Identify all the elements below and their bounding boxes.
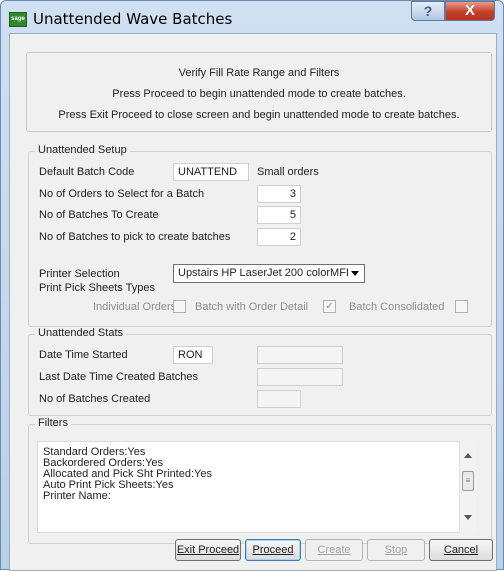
chevron-down-icon (351, 271, 359, 276)
window-title: Unattended Wave Batches (33, 10, 233, 28)
proceed-button[interactable]: Proceed (245, 539, 301, 561)
filter-line: Printer Name: (43, 490, 111, 502)
batches-created-field[interactable] (257, 390, 301, 408)
default-batch-code-description: Small orders (257, 166, 319, 178)
instruction-line-3: Press Exit Proceed to close screen and b… (58, 109, 460, 121)
print-pick-sheets-types-label: Print Pick Sheets Types (39, 282, 155, 294)
filters-list[interactable]: Standard Orders:Yes Backordered Orders:Y… (37, 441, 471, 533)
scroll-thumb[interactable]: ≡ (462, 471, 474, 491)
title-bar[interactable]: sage Unattended Wave Batches ? X (1, 1, 503, 33)
batch-with-order-detail-label: Batch with Order Detail (195, 301, 309, 313)
last-created-label: Last Date Time Created Batches (39, 371, 198, 383)
individual-orders-label: Individual Orders (93, 301, 177, 313)
batch-consolidated-checkbox[interactable] (455, 300, 468, 313)
cancel-button[interactable]: Cancel (429, 539, 493, 561)
dialog-window: sage Unattended Wave Batches ? X Verify … (0, 0, 504, 571)
batches-to-create-label: No of Batches To Create (39, 209, 159, 221)
unattended-stats-title: Unattended Stats (35, 327, 127, 339)
last-created-field[interactable] (257, 368, 343, 386)
instruction-line-1: Verify Fill Rate Range and Filters (178, 67, 340, 79)
batches-to-pick-label: No of Batches to pick to create batches (39, 231, 231, 243)
batch-consolidated-label: Batch Consolidated (349, 301, 445, 313)
batch-with-order-detail-checkbox[interactable]: ✓ (323, 300, 336, 313)
batches-to-pick-field[interactable]: 2 (257, 228, 301, 246)
help-icon: ? (423, 3, 433, 19)
filters-scrollbar[interactable]: ≡ (459, 441, 476, 533)
date-time-started-user-field[interactable]: RON (173, 346, 213, 364)
unattended-setup-group: Unattended Setup Default Batch Code UNAT… (28, 144, 492, 327)
stop-button[interactable]: Stop (367, 539, 425, 561)
create-button[interactable]: Create (305, 539, 363, 561)
dialog-body: Verify Fill Rate Range and Filters Press… (9, 33, 497, 571)
sage-app-icon: sage (9, 12, 27, 27)
exit-proceed-button[interactable]: Exit Proceed (175, 539, 241, 561)
individual-orders-checkbox[interactable] (173, 300, 186, 313)
batches-to-create-field[interactable]: 5 (257, 206, 301, 224)
default-batch-code-label: Default Batch Code (39, 166, 135, 178)
filters-title: Filters (35, 417, 71, 429)
close-icon: X (464, 2, 475, 19)
printer-selection-value: Upstairs HP LaserJet 200 colorMFI (178, 267, 349, 279)
help-button[interactable]: ? (411, 1, 445, 21)
date-time-started-field[interactable] (257, 346, 343, 364)
close-button[interactable]: X (445, 1, 495, 21)
scroll-up-icon[interactable] (464, 453, 472, 458)
instructions-box: Verify Fill Rate Range and Filters Press… (26, 52, 492, 132)
scroll-down-icon[interactable] (464, 515, 472, 520)
unattended-setup-title: Unattended Setup (35, 144, 130, 156)
orders-per-batch-label: No of Orders to Select for a Batch (39, 188, 205, 200)
filters-group: Filters Standard Orders:Yes Backordered … (28, 417, 492, 544)
unattended-stats-group: Unattended Stats Date Time Started RON L… (28, 327, 492, 416)
printer-selection-dropdown[interactable]: Upstairs HP LaserJet 200 colorMFI (173, 264, 365, 283)
printer-selection-label: Printer Selection (39, 268, 120, 280)
default-batch-code-field[interactable]: UNATTEND (173, 163, 249, 181)
batches-created-label: No of Batches Created (39, 393, 151, 405)
instruction-line-2: Press Proceed to begin unattended mode t… (112, 88, 406, 100)
orders-per-batch-field[interactable]: 3 (257, 185, 301, 203)
date-time-started-label: Date Time Started (39, 349, 128, 361)
